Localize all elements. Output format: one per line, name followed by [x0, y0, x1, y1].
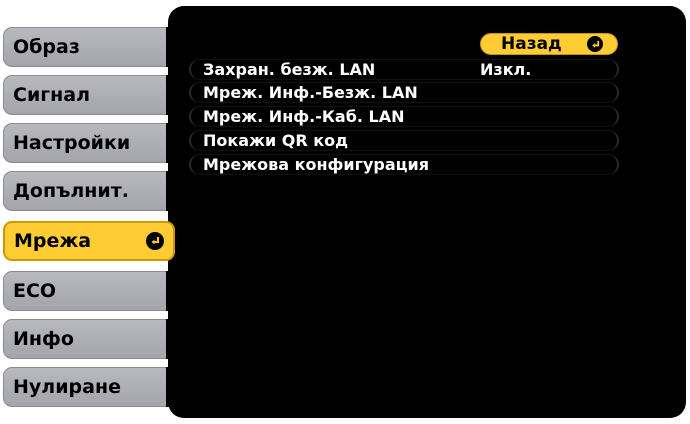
menu-connector [166, 27, 186, 67]
menu-item-info[interactable]: Инфо [3, 319, 175, 359]
submenu-row-label: Захран. безж. LAN [203, 60, 376, 79]
submenu-row-label: Покажи QR код [203, 131, 349, 150]
submenu-row-label: Мрежова конфигурация [203, 155, 430, 174]
submenu-row-network-configuration[interactable]: Мрежова конфигурация [189, 154, 619, 175]
menu-item-label: Мрежа [14, 230, 92, 252]
menu-item-label: Настройки [13, 132, 131, 154]
menu-connector [166, 123, 186, 163]
menu-item-label: Инфо [13, 328, 74, 350]
enter-icon [146, 232, 164, 250]
menu-item-label: Образ [13, 36, 80, 58]
menu-item-image[interactable]: Образ [3, 27, 175, 67]
menu-connector [166, 271, 186, 311]
back-button-label: Назад [501, 34, 562, 54]
menu-connector [166, 171, 186, 211]
submenu-row-wireless-lan-power[interactable]: Захран. безж. LAN Изкл. [189, 59, 619, 80]
menu-item-extended[interactable]: Допълнит. [3, 171, 175, 211]
menu-item-reset[interactable]: Нулиране [3, 367, 175, 407]
back-button[interactable]: Назад [480, 33, 618, 55]
enter-icon [587, 36, 603, 52]
menu-item-settings[interactable]: Настройки [3, 123, 175, 163]
projector-menu-screen: Образ Сигнал Настройки Допълнит. Мрежа E… [0, 0, 690, 424]
menu-item-network[interactable]: Мрежа [3, 221, 175, 261]
menu-item-eco[interactable]: ECO [3, 271, 175, 311]
submenu-row-wired-lan-info[interactable]: Мреж. Инф.-Каб. LAN [189, 106, 619, 127]
menu-item-label: Допълнит. [13, 180, 129, 202]
menu-item-label: Нулиране [13, 376, 121, 398]
submenu-row-label: Мреж. Инф.-Безж. LAN [203, 83, 418, 102]
submenu-row-value: Изкл. [480, 60, 532, 79]
submenu-row-show-qr-code[interactable]: Покажи QR код [189, 130, 619, 151]
menu-item-label: ECO [13, 280, 57, 302]
menu-item-label: Сигнал [13, 84, 91, 106]
submenu-row-label: Мреж. Инф.-Каб. LAN [203, 107, 405, 126]
menu-item-signal[interactable]: Сигнал [3, 75, 175, 115]
menu-connector [166, 75, 186, 115]
menu-connector [166, 319, 186, 359]
menu-connector [166, 367, 186, 407]
submenu-row-wireless-lan-info[interactable]: Мреж. Инф.-Безж. LAN [189, 82, 619, 103]
